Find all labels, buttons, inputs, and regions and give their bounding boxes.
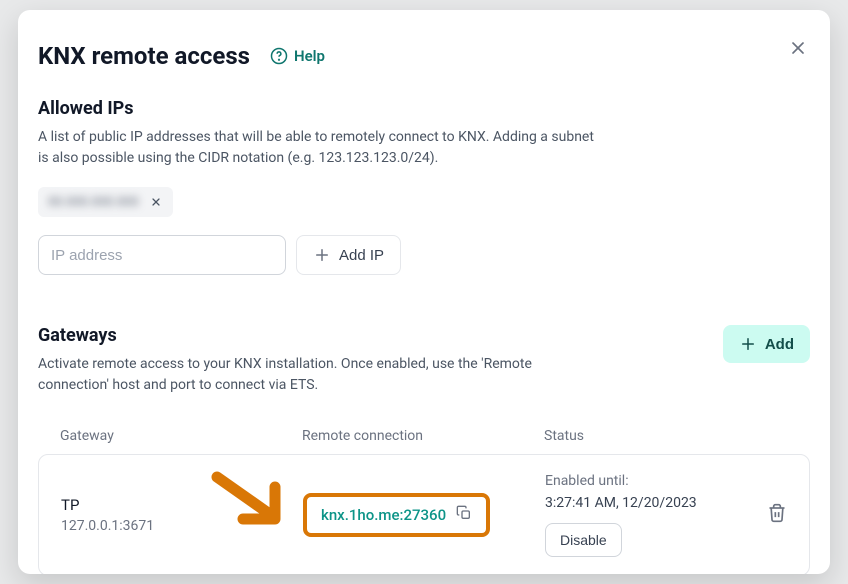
ip-chip-remove[interactable]	[147, 193, 165, 211]
delete-gateway-button[interactable]	[767, 503, 787, 527]
modal-knx-remote-access: KNX remote access Help Allowed IPs A lis…	[18, 10, 830, 574]
ip-address-input[interactable]	[38, 235, 286, 275]
plus-icon	[739, 335, 757, 353]
add-gateway-label: Add	[765, 336, 794, 353]
status-cell: Enabled until: 3:27:41 AM, 12/20/2023 Di…	[545, 473, 751, 557]
ip-chip-text: 00.000.000.000	[48, 195, 139, 210]
gateways-title: Gateways	[38, 325, 723, 346]
section-gateways: Gateways Activate remote access to your …	[38, 325, 810, 574]
ip-chip: 00.000.000.000	[38, 187, 173, 217]
trash-icon	[767, 503, 787, 523]
allowed-ips-desc: A list of public IP addresses that will …	[38, 127, 598, 169]
help-icon	[270, 47, 288, 65]
allowed-ips-title: Allowed IPs	[38, 98, 810, 119]
gateways-desc: Activate remote access to your KNX insta…	[38, 354, 598, 396]
close-icon	[150, 196, 162, 208]
annotation-arrow-icon	[209, 469, 299, 529]
ip-input-row: Add IP	[38, 235, 810, 275]
remote-cell: knx.1ho.me:27360	[303, 493, 545, 537]
col-header-gateway: Gateway	[60, 428, 302, 444]
add-ip-button[interactable]: Add IP	[296, 235, 401, 275]
close-button[interactable]	[788, 38, 808, 62]
disable-button[interactable]: Disable	[545, 523, 622, 557]
copy-icon	[456, 505, 472, 521]
add-gateway-button[interactable]: Add	[723, 325, 810, 363]
modal-header: KNX remote access Help	[38, 42, 810, 70]
enabled-until-label: Enabled until:	[545, 473, 751, 489]
table-row: TP 127.0.0.1:3671 knx.1ho.me:27360	[38, 454, 810, 574]
copy-button[interactable]	[456, 505, 472, 525]
remote-connection-highlight: knx.1ho.me:27360	[303, 493, 490, 537]
modal-title: KNX remote access	[38, 42, 250, 70]
col-header-remote: Remote connection	[302, 428, 544, 444]
section-allowed-ips: Allowed IPs A list of public IP addresse…	[38, 98, 810, 275]
help-label: Help	[294, 47, 325, 65]
add-ip-label: Add IP	[339, 247, 384, 264]
help-link[interactable]: Help	[270, 47, 325, 65]
plus-icon	[313, 246, 331, 264]
table-header: Gateway Remote connection Status	[38, 414, 810, 454]
remote-connection-value[interactable]: knx.1ho.me:27360	[321, 506, 446, 524]
col-header-status: Status	[544, 428, 788, 444]
enabled-until-date: 3:27:41 AM, 12/20/2023	[545, 495, 751, 511]
